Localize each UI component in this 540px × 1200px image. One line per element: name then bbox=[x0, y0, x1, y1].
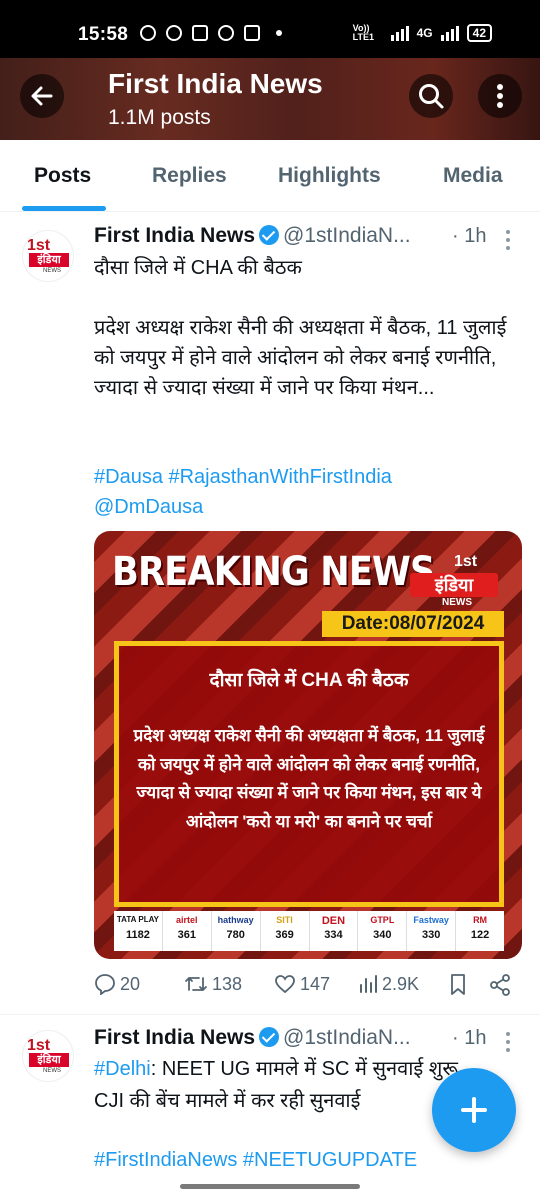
mention-link[interactable]: @DmDausa bbox=[94, 492, 514, 522]
tweet-divider bbox=[0, 1014, 540, 1015]
back-arrow-icon bbox=[31, 86, 53, 106]
channel-item: airtel 361 bbox=[163, 911, 212, 951]
reply-count: 20 bbox=[120, 973, 141, 994]
post-count: 1.1M posts bbox=[108, 106, 211, 129]
channel-item: RM 122 bbox=[470, 915, 490, 941]
tweet-text: : NEET UG मामले में SC में सुनवाई शुरू bbox=[150, 1058, 458, 1080]
more-options-button[interactable] bbox=[478, 74, 522, 118]
news-date: Date:08/07/2024 bbox=[322, 611, 504, 637]
hashtag-links[interactable]: #FirstIndiaNews #NEETUGUPDATE bbox=[94, 1145, 514, 1175]
news-box-title: दौसा जिले में CHA की बैठक bbox=[209, 670, 409, 691]
logo-name: इंडिया bbox=[410, 573, 498, 597]
signal-icon bbox=[390, 25, 409, 41]
view-count: 2.9K bbox=[382, 973, 420, 994]
tweet-menu-icon[interactable] bbox=[506, 230, 512, 254]
instagram-icon bbox=[192, 25, 208, 41]
avatar[interactable]: 1st इंडिया NEWS bbox=[22, 1030, 74, 1082]
share-icon bbox=[490, 974, 510, 996]
search-button[interactable] bbox=[409, 74, 453, 118]
vertical-dots-icon bbox=[497, 84, 503, 108]
channel-item: TATA PLAY 1182 bbox=[114, 911, 163, 951]
compose-post-button[interactable] bbox=[432, 1068, 516, 1152]
like-count: 147 bbox=[300, 973, 331, 994]
avatar-logo-sub: NEWS bbox=[43, 1068, 61, 1074]
tab-highlights[interactable]: Highlights bbox=[278, 164, 381, 188]
breaking-news-heading: BREAKING NEWS bbox=[112, 549, 435, 595]
notification-icons bbox=[140, 25, 282, 41]
logo-sub: NEWS bbox=[442, 597, 472, 608]
tab-replies[interactable]: Replies bbox=[152, 164, 227, 188]
status-bar: 15:58 Vo)) LTE1 4G 42 bbox=[0, 0, 540, 58]
whatsapp-icon bbox=[140, 25, 156, 41]
channel-item: GTPL 340 bbox=[358, 911, 408, 951]
hashtag-links[interactable]: #Dausa #RajasthanWithFirstIndia bbox=[94, 462, 514, 492]
views-icon bbox=[360, 975, 377, 993]
channel-item: hathway 780 bbox=[212, 911, 261, 951]
battery-icon: 42 bbox=[466, 24, 492, 42]
author-handle[interactable]: @1stIndiaN... bbox=[283, 224, 411, 247]
bulb-icon bbox=[218, 25, 234, 41]
timestamp: · 1h bbox=[452, 225, 487, 247]
system-indicators: Vo)) LTE1 4G 42 bbox=[353, 24, 492, 42]
repost-button[interactable]: 138 bbox=[184, 973, 242, 995]
gesture-nav-bar[interactable] bbox=[180, 1184, 360, 1189]
profile-tabs: Posts Replies Highlights Media bbox=[0, 140, 540, 212]
clock: 15:58 bbox=[78, 24, 129, 45]
network-type-label: 4G bbox=[416, 26, 433, 40]
avatar[interactable]: 1st इंडिया NEWS bbox=[22, 230, 74, 282]
avatar-logo-name: इंडिया bbox=[29, 253, 69, 267]
dice-icon bbox=[244, 25, 260, 41]
tweet-text-heading: दौसा जिले में CHA की बैठक bbox=[94, 257, 302, 279]
avatar-logo-name: इंडिया bbox=[29, 1053, 69, 1067]
profile-header: First India News 1.1M posts bbox=[0, 58, 540, 140]
news-text-box: दौसा जिले में CHA की बैठक प्रदेश अध्यक्ष… bbox=[114, 641, 504, 907]
channel-item: SITI 369 bbox=[261, 911, 310, 951]
tab-posts[interactable]: Posts bbox=[34, 164, 91, 188]
tweet-menu-icon[interactable] bbox=[506, 1032, 512, 1056]
tweet-meta: First India News @1stIndiaN... bbox=[94, 1026, 411, 1050]
repost-count: 138 bbox=[212, 973, 243, 994]
reply-button[interactable]: 20 bbox=[94, 973, 140, 995]
volte-label: Vo)) LTE1 bbox=[352, 23, 374, 42]
reply-icon bbox=[95, 974, 115, 995]
channel-item: DEN 334 bbox=[310, 911, 359, 951]
tweet-actions: 20 138 147 2.9K bbox=[94, 973, 524, 1003]
first-india-logo: 1st इंडिया NEWS bbox=[402, 539, 502, 609]
back-button[interactable] bbox=[20, 74, 64, 118]
verified-badge-icon bbox=[259, 225, 280, 245]
signal-icon-2 bbox=[440, 25, 459, 41]
like-button[interactable]: 147 bbox=[274, 973, 330, 995]
tweet-text-body: प्रदेश अध्यक्ष राकेश सैनी की अध्यक्षता म… bbox=[94, 317, 507, 399]
repost-icon bbox=[185, 977, 207, 991]
chat-icon bbox=[166, 25, 182, 41]
hashtag-link[interactable]: #Delhi bbox=[94, 1058, 151, 1080]
bookmark-button[interactable] bbox=[448, 973, 468, 997]
tweet-meta: First India News @1stIndiaN... bbox=[94, 224, 411, 248]
more-notifications-icon bbox=[276, 30, 282, 36]
channel-item: Fastway 330 bbox=[407, 911, 457, 951]
tweet-image[interactable]: BREAKING NEWS 1st इंडिया NEWS Date:08/07… bbox=[94, 531, 522, 959]
tab-media[interactable]: Media bbox=[443, 164, 503, 188]
author-name[interactable]: First India News bbox=[94, 224, 255, 247]
share-button[interactable] bbox=[488, 973, 512, 997]
channel-strip: TATA PLAY 1182 airtel 361 hathway 780 SITI 3… bbox=[114, 911, 504, 951]
logo-number: 1st bbox=[454, 553, 478, 570]
views-button[interactable]: 2.9K bbox=[358, 973, 419, 995]
author-handle[interactable]: @1stIndiaN... bbox=[283, 1026, 411, 1049]
verified-badge-icon bbox=[259, 1027, 280, 1047]
author-name[interactable]: First India News bbox=[94, 1026, 255, 1049]
header-title: First India News bbox=[108, 68, 323, 99]
timestamp: · 1h bbox=[452, 1027, 487, 1049]
active-tab-indicator bbox=[22, 206, 106, 211]
avatar-logo-sub: NEWS bbox=[43, 268, 61, 274]
news-box-body: प्रदेश अध्यक्ष राकेश सैनी की अध्यक्षता म… bbox=[133, 726, 485, 831]
search-icon bbox=[419, 84, 444, 109]
heart-icon bbox=[275, 975, 295, 994]
bookmark-icon bbox=[451, 974, 465, 995]
